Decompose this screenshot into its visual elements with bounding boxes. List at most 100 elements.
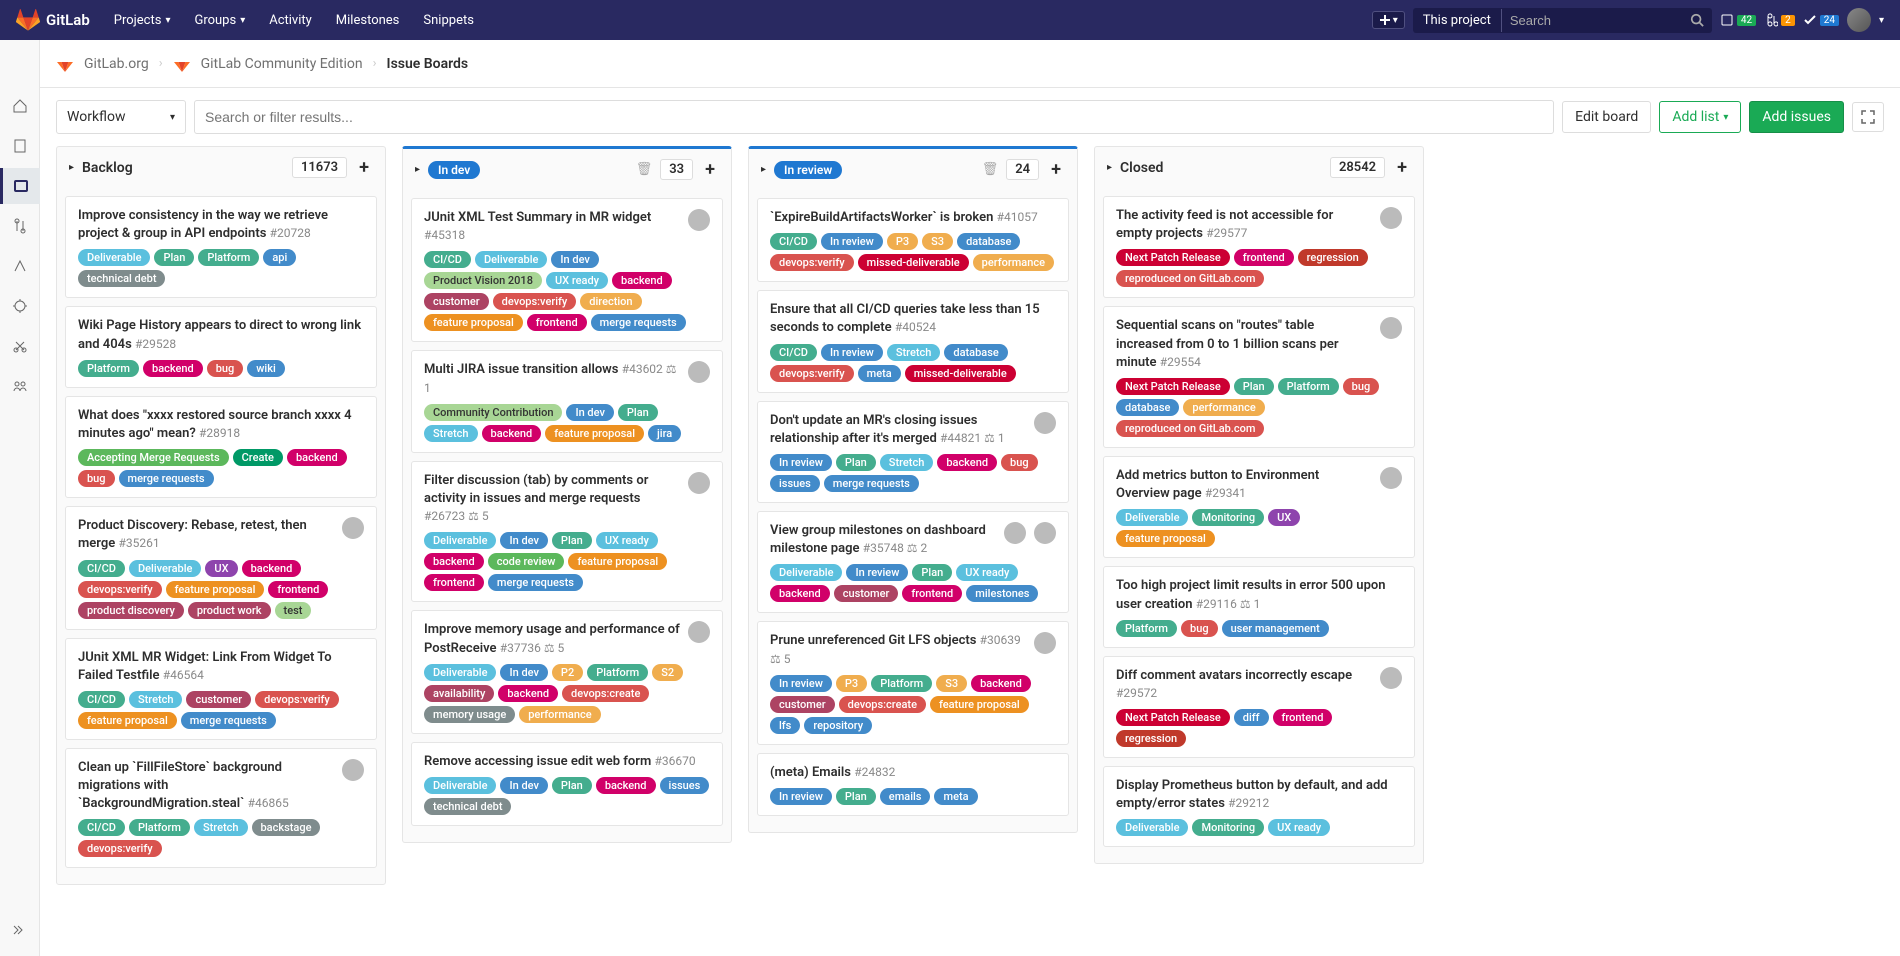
label[interactable]: In dev [566,404,613,421]
assignee-avatar[interactable] [688,621,710,643]
label[interactable]: frontend [1234,249,1294,266]
label[interactable]: CI/CD [770,233,817,250]
assignee-avatar[interactable] [1034,522,1056,544]
label[interactable]: api [263,249,296,266]
assignee-avatar[interactable] [1034,412,1056,434]
label[interactable]: In review [770,454,832,471]
label[interactable]: bug [207,360,244,377]
label[interactable]: Platform [1278,378,1339,395]
label[interactable]: devops:verify [493,293,577,310]
label[interactable]: Plan [1234,378,1274,395]
sidebar-issues[interactable] [0,168,40,204]
breadcrumb-group[interactable]: GitLab.org [84,56,149,72]
label[interactable]: lfs [770,717,800,734]
label[interactable]: Stretch [887,344,941,361]
label[interactable]: direction [580,293,641,310]
label[interactable]: Deliverable [129,560,201,577]
new-menu-button[interactable]: ▾ [1372,11,1405,29]
label[interactable]: customer [424,293,489,310]
user-avatar[interactable] [1847,8,1871,32]
label[interactable]: merge requests [591,314,686,331]
label[interactable]: UX ready [546,272,608,289]
breadcrumb-project[interactable]: GitLab Community Edition [201,56,363,72]
add-issues-button[interactable]: Add issues [1749,101,1844,133]
label[interactable]: Platform [78,360,139,377]
label[interactable]: Plan [836,788,876,805]
label[interactable]: In dev [551,251,598,268]
label[interactable]: feature proposal [545,425,644,442]
nav-milestones[interactable]: Milestones [324,13,412,28]
sidebar-cicd[interactable] [0,248,40,284]
label[interactable]: user management [1222,620,1329,637]
add-issue-icon[interactable]: + [1047,159,1065,180]
label[interactable]: database [944,344,1007,361]
label[interactable]: performance [1183,399,1264,416]
nav-projects[interactable]: Projects▾ [102,13,183,28]
assignee-avatar[interactable] [1380,467,1402,489]
filter-input[interactable] [194,100,1554,134]
label[interactable]: CI/CD [78,560,125,577]
label[interactable]: backend [143,360,203,377]
label[interactable]: In review [821,233,883,250]
label[interactable]: feature proposal [1116,530,1215,547]
label[interactable]: Platform [587,664,648,681]
label[interactable]: frontend [902,585,962,602]
issue-card[interactable]: Ensure that all CI/CD queries take less … [757,290,1069,392]
label[interactable]: Plan [836,454,876,471]
label[interactable]: availability [424,685,494,702]
collapse-icon[interactable]: ▸ [69,162,74,173]
issue-card[interactable]: JUnit XML Test Summary in MR widget #453… [411,198,723,342]
label[interactable]: In review [770,788,832,805]
label[interactable]: UX ready [596,532,658,549]
label[interactable]: devops:verify [255,691,339,708]
label[interactable]: jira [648,425,681,442]
nav-todos-count[interactable]: 24 [1803,13,1839,27]
label[interactable]: technical debt [78,270,165,287]
label[interactable]: Platform [198,249,259,266]
sidebar-operations[interactable] [0,288,40,324]
assignee-avatar[interactable] [1004,522,1026,544]
label[interactable]: In review [770,675,832,692]
sidebar-repository[interactable] [0,128,40,164]
issue-card[interactable]: The activity feed is not accessible for … [1103,196,1415,298]
label[interactable]: frontend [268,581,328,598]
label[interactable]: missed-deliverable [905,365,1016,382]
label[interactable]: issues [660,777,710,794]
label[interactable]: backend [937,454,997,471]
add-issue-icon[interactable]: + [1393,157,1411,178]
assignee-avatar[interactable] [688,209,710,231]
assignee-avatar[interactable] [688,361,710,383]
label[interactable]: wiki [247,360,285,377]
issue-card[interactable]: `ExpireBuildArtifactsWorker` is broken #… [757,198,1069,282]
issue-card[interactable]: Display Prometheus button by default, an… [1103,766,1415,847]
label[interactable]: Plan [618,404,658,421]
brand[interactable]: GitLab [16,8,90,32]
label[interactable]: devops:verify [770,254,854,271]
issue-card[interactable]: Diff comment avatars incorrectly escape … [1103,656,1415,758]
label[interactable]: UX ready [1268,819,1330,836]
label[interactable]: performance [519,706,600,723]
issue-card[interactable]: Remove accessing issue edit web form #36… [411,742,723,826]
label[interactable]: customer [834,585,899,602]
focus-mode-button[interactable] [1852,102,1884,132]
label[interactable]: product work [188,602,271,619]
label[interactable]: missed-deliverable [858,254,969,271]
label[interactable]: Plan [154,249,194,266]
label[interactable]: Product Vision 2018 [424,272,542,289]
nav-mrs-count[interactable]: 2 [1764,13,1795,27]
label[interactable]: In review [821,344,883,361]
label[interactable]: frontend [527,314,587,331]
add-issue-icon[interactable]: + [701,159,719,180]
label[interactable]: backend [424,553,484,570]
label[interactable]: Platform [129,819,190,836]
label[interactable]: CI/CD [78,819,125,836]
label[interactable]: Stretch [194,819,248,836]
label[interactable]: backend [612,272,672,289]
label[interactable]: frontend [424,574,484,591]
label[interactable]: Deliverable [1116,819,1188,836]
search-input[interactable] [1502,8,1682,33]
label[interactable]: code review [488,553,565,570]
label[interactable]: Deliverable [424,532,496,549]
label[interactable]: In review [846,564,908,581]
nav-groups[interactable]: Groups▾ [182,13,257,28]
